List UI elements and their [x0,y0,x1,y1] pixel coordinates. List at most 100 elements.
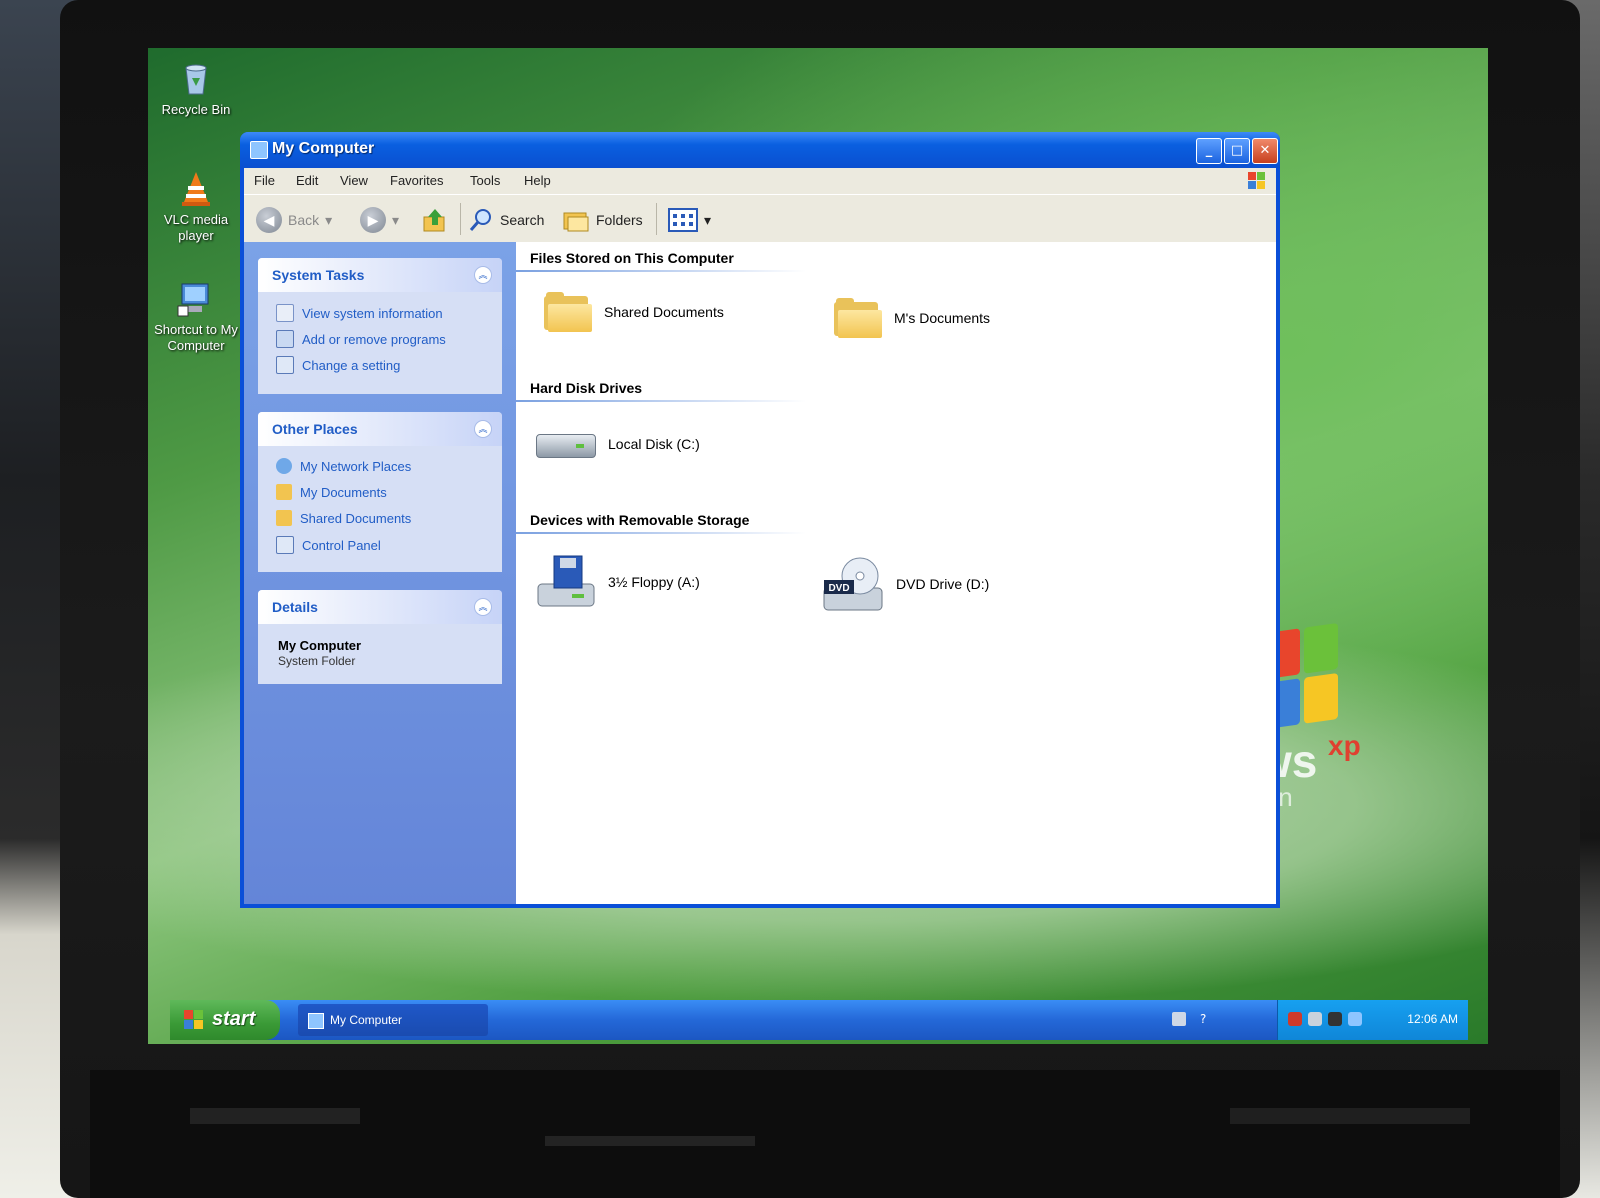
item-label: DVD Drive (D:) [896,576,990,592]
screen: ws xp ion Recycle Bin VLC media player S… [148,48,1488,1044]
up-folder-icon [423,209,445,232]
tray-network-icon[interactable] [1308,1012,1322,1026]
desktop-icon-vlc[interactable]: VLC media player [150,168,242,244]
tray-app-icon[interactable] [1288,1012,1302,1026]
dvd-drive-icon: DVD [823,557,883,611]
folder-icon [834,298,882,338]
floppy-drive-icon [537,555,595,607]
toolbar: ◀ Back ▾ ▶ ▾ Search Folders ▾ [244,194,1276,244]
desktop-icon-my-computer-shortcut[interactable]: Shortcut to My Computer [150,278,242,354]
bezel-vent [190,1108,360,1124]
details-type: System Folder [278,654,356,668]
details-title: Details [272,599,318,615]
menu-view[interactable]: View [340,173,368,188]
tray-power-icon[interactable] [1328,1012,1342,1026]
search-label: Search [500,212,545,228]
taskbar-item-my-computer[interactable]: My Computer [298,1004,488,1036]
item-label: Shared Documents [604,304,724,320]
back-arrow-icon: ◀ [256,207,282,233]
place-my-documents[interactable]: My Documents [276,484,387,500]
other-places-header[interactable]: Other Places ︽ [258,412,502,446]
watermark-xp: xp [1328,730,1361,761]
item-local-disk-c[interactable]: Local Disk (C:) [536,426,700,462]
help-icon[interactable]: ? [1200,1012,1214,1026]
other-places-panel: Other Places ︽ My Network Places My Docu… [258,412,502,572]
back-label: Back [288,212,320,228]
task-add-remove-programs[interactable]: Add or remove programs [276,330,446,348]
chevron-down-icon: ▾ [704,211,712,228]
place-control-panel[interactable]: Control Panel [276,536,381,554]
svg-text:DVD: DVD [828,583,849,594]
search-icon [469,209,491,231]
up-folder-button[interactable] [422,207,448,233]
back-button[interactable]: ◀ Back ▾ [256,207,332,233]
menu-favorites[interactable]: Favorites [390,173,443,188]
item-floppy-a[interactable]: 3½ Floppy (A:) [536,554,700,610]
my-documents-icon [276,484,292,500]
views-icon [668,208,698,232]
collapse-chevron-icon[interactable]: ︽ [474,420,492,438]
menu-tools[interactable]: Tools [470,173,500,188]
language-bar-icon[interactable] [1172,1012,1186,1026]
menu-bar: File Edit View Favorites Tools Help [244,168,1276,194]
group-divider [516,532,806,534]
system-tasks-header[interactable]: System Tasks ︽ [258,258,502,292]
forward-arrow-icon: ▶ [360,207,386,233]
other-places-title: Other Places [272,421,358,437]
control-panel-icon [276,536,294,554]
taskbar-item-label: My Computer [330,1013,403,1027]
menu-help[interactable]: Help [524,173,551,188]
tray-volume-icon[interactable] [1348,1012,1362,1026]
hard-drive-icon [536,426,596,462]
menu-edit[interactable]: Edit [296,173,318,188]
start-button[interactable]: start [170,1000,280,1040]
start-label: start [212,1008,256,1030]
system-tray: 12:06 AM [1277,1000,1468,1040]
computer-icon [250,141,268,159]
place-label: Control Panel [302,537,381,553]
bezel-vent [545,1136,755,1146]
place-my-network-places[interactable]: My Network Places [276,458,411,474]
desktop-icon-label: Recycle Bin [161,102,231,117]
folder-icon [544,292,592,332]
task-pane: System Tasks ︽ View system information A… [244,242,516,904]
menu-file[interactable]: File [254,173,275,188]
system-tasks-panel: System Tasks ︽ View system information A… [258,258,502,394]
desktop-icon-recycle-bin[interactable]: Recycle Bin [150,58,242,118]
place-label: My Network Places [300,458,412,474]
details-header[interactable]: Details ︽ [258,590,502,624]
group-header-removable-storage: Devices with Removable Storage [530,512,750,528]
item-dvd-drive-d[interactable]: DVD DVD Drive (D:) [822,554,989,614]
windows-flag-icon [1248,172,1266,190]
control-panel-icon [276,356,294,374]
add-remove-programs-icon [276,330,294,348]
my-computer-window[interactable]: My Computer _ □ ✕ File Edit View Favorit… [240,132,1280,908]
group-divider [516,270,806,272]
item-label: M's Documents [894,310,991,326]
task-label: Add or remove programs [302,331,446,347]
monitor-bottom [90,1070,1560,1198]
minimize-button[interactable]: _ [1196,138,1222,164]
collapse-chevron-icon[interactable]: ︽ [474,598,492,616]
forward-button[interactable]: ▶ ▾ [360,207,399,233]
place-shared-documents[interactable]: Shared Documents [276,510,411,526]
item-ms-documents[interactable]: M's Documents [834,298,990,338]
file-view: Files Stored on This Computer Shared Doc… [516,242,1276,904]
chevron-down-icon: ▾ [325,211,333,228]
maximize-button[interactable]: □ [1224,138,1250,164]
system-tasks-title: System Tasks [272,267,365,283]
window-titlebar[interactable]: My Computer _ □ ✕ [240,132,1280,168]
group-divider [516,400,806,402]
folders-button[interactable]: Folders [562,207,643,233]
bezel-vent [1230,1108,1470,1124]
clock[interactable]: 12:06 AM [1407,1012,1458,1026]
close-button[interactable]: ✕ [1252,138,1278,164]
collapse-chevron-icon[interactable]: ︽ [474,266,492,284]
group-header-files-stored: Files Stored on This Computer [530,250,734,266]
task-change-setting[interactable]: Change a setting [276,356,400,374]
item-shared-documents[interactable]: Shared Documents [544,292,724,332]
views-button[interactable]: ▾ [668,207,711,233]
task-view-system-information[interactable]: View system information [276,304,443,322]
item-label: Local Disk (C:) [608,436,700,452]
search-button[interactable]: Search [468,207,544,233]
